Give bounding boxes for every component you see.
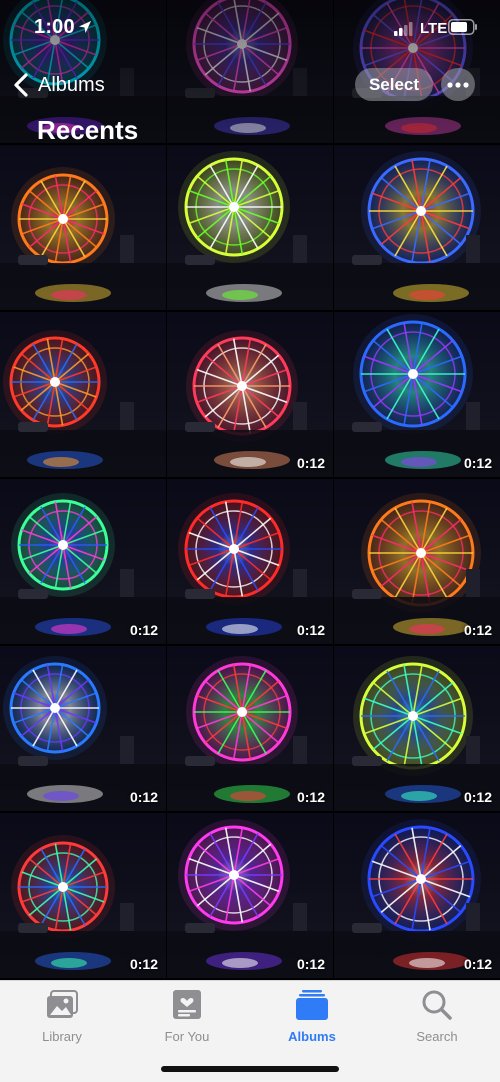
ferris-wheel-image xyxy=(0,813,166,978)
photo-thumbnail[interactable]: 0:12 xyxy=(334,813,500,978)
chevron-left-icon xyxy=(14,73,28,97)
video-duration: 0:12 xyxy=(463,455,492,471)
video-duration: 0:12 xyxy=(463,956,492,972)
photo-thumbnail[interactable]: 0:12 xyxy=(167,479,333,644)
video-duration: 0:12 xyxy=(296,622,325,638)
video-duration: 0:12 xyxy=(129,622,158,638)
ferris-wheel-image xyxy=(167,145,333,310)
home-indicator xyxy=(161,1066,339,1072)
tab-search[interactable]: Search xyxy=(377,989,497,1044)
photo-thumbnail[interactable] xyxy=(0,312,166,477)
page-title: Recents xyxy=(37,115,139,145)
network-type: LTE xyxy=(420,20,448,37)
video-duration: 0:12 xyxy=(463,622,492,638)
ferris-wheel-image xyxy=(0,479,166,644)
photo-thumbnail[interactable]: 0:12 xyxy=(334,646,500,811)
tab-label: Albums xyxy=(288,1029,336,1044)
video-duration: 0:12 xyxy=(463,789,492,805)
photo-thumbnail[interactable] xyxy=(0,145,166,310)
photo-thumbnail[interactable]: 0:12 xyxy=(167,813,333,978)
photo-thumbnail[interactable]: 0:12 xyxy=(167,646,333,811)
video-duration: 0:12 xyxy=(129,956,158,972)
ferris-wheel-image xyxy=(334,145,500,310)
photo-thumbnail[interactable]: 0:12 xyxy=(0,646,166,811)
tab-for-you[interactable]: For You xyxy=(127,989,247,1044)
photo-thumbnail[interactable]: 0:12 xyxy=(334,479,500,644)
photo-thumbnail[interactable]: 0:12 xyxy=(334,312,500,477)
search-icon xyxy=(422,990,452,1020)
status-bar: 1:00 LTE xyxy=(0,0,500,50)
ferris-wheel-image xyxy=(334,312,500,477)
battery-icon xyxy=(448,19,477,35)
more-button[interactable] xyxy=(441,68,475,101)
video-duration: 0:12 xyxy=(129,789,158,805)
video-duration: 0:12 xyxy=(296,789,325,805)
video-duration: 0:12 xyxy=(296,455,325,471)
ellipsis-icon xyxy=(447,81,469,88)
cellular-signal-icon xyxy=(394,22,413,36)
video-duration: 0:12 xyxy=(296,956,325,972)
photo-stack-icon xyxy=(47,990,78,1018)
photo-thumbnail[interactable]: 0:12 xyxy=(0,479,166,644)
ferris-wheel-image xyxy=(334,646,500,811)
tab-library[interactable]: Library xyxy=(2,989,122,1044)
ferris-wheel-image xyxy=(334,479,500,644)
ferris-wheel-image xyxy=(167,813,333,978)
ferris-wheel-image xyxy=(334,813,500,978)
photo-thumbnail[interactable] xyxy=(334,145,500,310)
ferris-wheel-image xyxy=(167,479,333,644)
photo-thumbnail[interactable]: 0:12 xyxy=(0,813,166,978)
tab-label: Search xyxy=(416,1029,458,1044)
photo-thumbnail[interactable] xyxy=(167,145,333,310)
back-button[interactable]: Albums xyxy=(12,70,105,100)
ferris-wheel-image xyxy=(167,646,333,811)
for-you-icon xyxy=(173,990,201,1019)
photo-thumbnail[interactable]: 0:12 xyxy=(167,312,333,477)
status-time: 1:00 xyxy=(34,16,75,38)
tab-albums[interactable]: Albums xyxy=(252,989,372,1044)
photo-grid: 0:12 0:12 0:12 0:12 0:12 0:12 0:12 0:12 … xyxy=(0,0,500,978)
tab-label: Library xyxy=(42,1029,82,1044)
back-label: Albums xyxy=(38,73,105,96)
ferris-wheel-image xyxy=(167,312,333,477)
albums-icon xyxy=(296,990,328,1020)
location-arrow-icon xyxy=(79,21,91,33)
ferris-wheel-image xyxy=(0,646,166,811)
ferris-wheel-image xyxy=(0,312,166,477)
ferris-wheel-image xyxy=(0,145,166,310)
tab-label: For You xyxy=(164,1029,210,1044)
select-button[interactable]: Select xyxy=(355,68,433,101)
